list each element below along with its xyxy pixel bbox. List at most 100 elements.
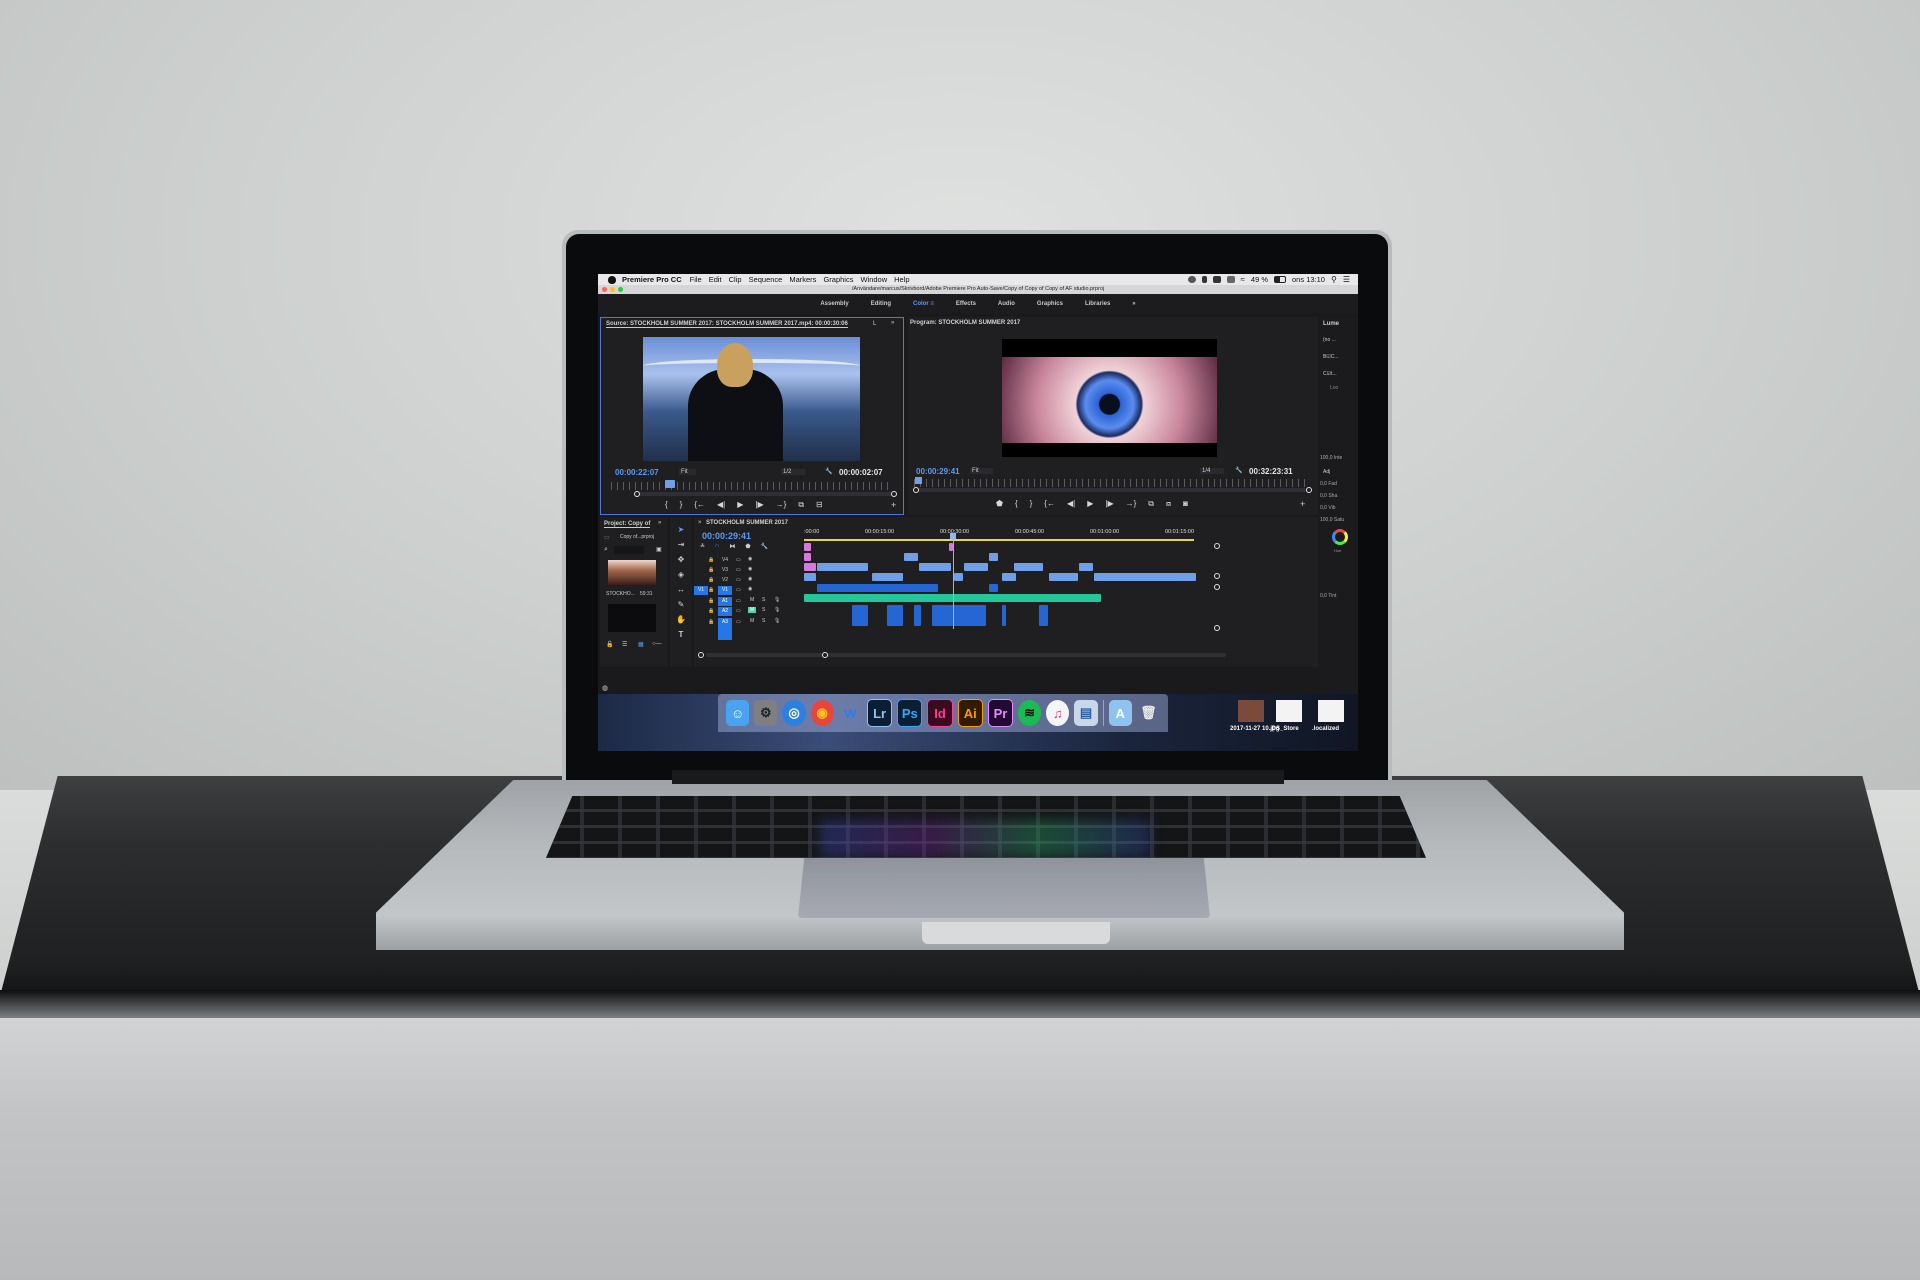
timeline-clip[interactable] [816,584,938,592]
pen-tool-icon[interactable]: ✎ [678,600,685,609]
source-monitor-title[interactable]: Source: STOCKHOLM SUMMER 2017: STOCKHOLM… [606,321,848,328]
timeline-clip[interactable] [904,553,918,561]
menu-graphics[interactable]: Graphics [823,275,853,284]
sequence-thumbnail[interactable] [608,604,656,632]
source-patch-v1[interactable]: V1 [694,586,708,595]
play-button[interactable]: ▶ [737,500,743,510]
ripple-edit-tool-icon[interactable]: ✥ [678,555,685,564]
sequence-tab[interactable]: STOCKHOLM SUMMER 2017 [706,520,788,526]
timeline-clip[interactable] [816,563,868,571]
timeline-clip[interactable] [851,605,868,626]
creative-cloud-icon[interactable] [1187,276,1196,283]
source-scroll-handle-left[interactable] [634,491,640,497]
sync-lock-icon[interactable]: ▭ [736,567,741,573]
dock-finder-icon[interactable]: ☺ [726,700,750,726]
wrench-icon[interactable]: 🔧 [825,468,832,475]
timeline-clip[interactable] [804,563,816,571]
timeline-scroll-handle-right[interactable] [822,652,828,658]
dock-word-icon[interactable]: W [839,700,862,726]
wifi-icon[interactable]: ≈ [1241,275,1245,284]
clip-name[interactable]: STOCKHO... [606,591,635,597]
program-mark-in-button[interactable]: { [1015,499,1018,509]
track-target[interactable]: V1 [718,586,732,595]
dock-lightroom-icon[interactable]: Lr [867,699,893,727]
timeline-clip[interactable] [1079,563,1093,571]
source-resolution-select[interactable]: 1/2 [781,469,806,475]
sync-lock-icon[interactable]: ▭ [736,598,741,604]
notification-center-icon[interactable]: ☰ [1343,275,1350,284]
project-more-button[interactable]: » [658,520,661,526]
desktop-file-icon[interactable] [1276,700,1302,722]
track-target[interactable]: A2 [718,607,732,616]
program-wrench-icon[interactable]: 🔧 [1235,467,1242,474]
dock-indesign-icon[interactable]: Id [927,699,953,727]
track-height-handle[interactable] [1214,543,1220,549]
add-marker-timeline-icon[interactable]: ⬟ [745,543,750,550]
sync-lock-icon[interactable]: ▭ [736,587,741,593]
lumetri-title[interactable]: Lume [1323,321,1339,327]
program-mark-out-button[interactable]: } [1030,499,1033,509]
dock-illustrator-icon[interactable]: Ai [957,699,983,727]
lumetri-clip-select[interactable]: (no ... [1323,337,1336,343]
go-to-out-button[interactable]: →} [776,500,787,510]
lumetri-tint[interactable]: 0,0 Tint [1320,593,1336,599]
dock-preview-icon[interactable]: ▤ [1074,700,1098,726]
track-height-handle[interactable] [1214,625,1220,631]
battery-icon[interactable] [1274,276,1287,283]
search-icon[interactable]: ⌕ [604,546,608,554]
workspace-tab-assembly[interactable]: Assembly [820,301,848,307]
workspace-more-button[interactable]: » [1132,301,1135,307]
color-wheel-icon[interactable] [1332,529,1348,545]
mute-button[interactable]: M [748,618,756,624]
timeline-scrollbar[interactable] [706,653,1226,657]
track-target[interactable]: A3 [718,618,732,640]
voiceover-mic-icon[interactable]: 🎙 [774,618,780,624]
source-zoom-select[interactable]: Fit [679,469,696,475]
zoom-slider[interactable]: ○— [652,641,662,647]
menu-edit[interactable]: Edit [709,275,722,284]
track-select-tool-icon[interactable]: ⇥ [678,540,685,549]
extract-icon[interactable]: ⧈ [1166,499,1171,509]
lumetri-saturation[interactable]: 100,0 Satu [1320,517,1344,523]
workspace-tab-libraries[interactable]: Libraries [1085,301,1110,307]
track-lock-icon[interactable]: 🔒 [708,598,714,604]
menu-help[interactable]: Help [894,275,909,284]
dock-chrome-icon[interactable]: ◉ [810,700,834,726]
dock-trash-icon[interactable]: 🗑 [1137,700,1160,726]
eye-icon[interactable]: ◉ [748,556,752,562]
clip-thumbnail[interactable] [608,560,656,585]
eye-icon[interactable]: ◉ [748,566,752,572]
program-step-back-button[interactable]: ◀| [1067,499,1075,509]
insert-icon[interactable]: ⧉ [798,500,804,510]
project-panel-title[interactable]: Project: Copy of [604,521,651,528]
snap-magnet-icon[interactable]: ∩ [715,543,719,550]
project-search-input[interactable] [614,546,644,554]
timeline-playhead[interactable] [952,535,954,629]
sync-lock-icon[interactable]: ▭ [736,608,741,614]
timeline-clip[interactable] [914,605,921,626]
lumetri-basic-correction[interactable]: B☑C... [1323,354,1339,360]
airplay-icon[interactable] [1226,276,1235,283]
program-resolution-select[interactable]: 1/4 [1200,468,1225,474]
desktop-file-ds-store[interactable]: .DS_Store [1270,726,1299,732]
source-timecode-current[interactable]: 00:00:22:07 [615,468,659,477]
timeline-clip[interactable] [1001,605,1006,626]
timeline-settings-wrench-icon[interactable]: 🔧 [761,543,768,550]
slip-tool-icon[interactable]: ↔ [677,585,685,594]
timeline-clip[interactable] [1014,563,1043,571]
source-time-ruler[interactable] [611,482,893,490]
dock-premiere-pro-icon[interactable]: Pr [987,699,1014,727]
sync-lock-icon[interactable]: ▭ [736,577,741,583]
dock-applications-icon[interactable]: A [1108,700,1132,726]
voiceover-mic-icon[interactable]: 🎙 [774,607,780,613]
timeline-clip[interactable] [989,584,998,592]
lumetri-look[interactable]: Loo [1330,385,1338,391]
menu-window[interactable]: Window [860,275,887,284]
source-playhead[interactable] [665,480,675,488]
source-scroll-handle-right[interactable] [891,491,897,497]
timeline-clip[interactable] [964,563,988,571]
timeline-clip[interactable] [1094,573,1196,581]
mark-out-button[interactable]: } [680,500,683,510]
lumetri-intensity[interactable]: 100,0 Inte [1320,455,1342,461]
track-height-handle[interactable] [1214,584,1220,590]
